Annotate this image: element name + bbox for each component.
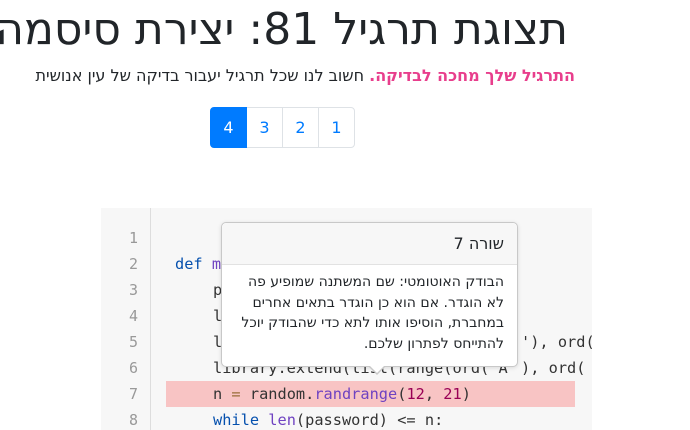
- number-arg-1: 12: [406, 385, 425, 403]
- function-len: len: [268, 411, 296, 429]
- page-link-1[interactable]: 1: [318, 107, 355, 148]
- number-arg-2: 21: [443, 385, 462, 403]
- code-line-7: n = random.randrange(12, 21): [213, 381, 471, 407]
- comma: ,: [424, 385, 444, 403]
- keyword-while: while: [213, 411, 260, 429]
- keyword-def: def: [175, 255, 203, 273]
- variable-n: n: [213, 385, 223, 403]
- line-number: 5: [128, 333, 138, 351]
- page-link-2[interactable]: 2: [282, 107, 319, 148]
- line-number: 2: [128, 255, 138, 273]
- popover-message: הבודק האוטומטי: שם המשתנה שמופיע פה לא ה…: [241, 274, 504, 352]
- review-pending-label: התרגיל שלך מחכה לבדיקה.: [369, 66, 575, 85]
- review-status-text: התרגיל שלך מחכה לבדיקה. חשוב לנו שכל תרג…: [36, 64, 576, 88]
- popover-arrow: [369, 366, 385, 375]
- code-line-5-end: '), ord(: [521, 333, 592, 351]
- assign-operator: =: [222, 385, 250, 403]
- line-error-popover: שורה 7 הבודק האוטומטי: שם המשתנה שמופיע …: [221, 222, 518, 375]
- exercise-view-page: תצוגת תרגיל 81: יצירת סיסמה התרגיל שלך מ…: [0, 0, 690, 430]
- paren-close: ): [461, 385, 471, 403]
- line-number: 4: [128, 307, 138, 325]
- line-number: 8: [128, 411, 138, 429]
- code-line-8: while len(password) <= n:: [213, 407, 443, 430]
- module-random: random: [249, 385, 306, 403]
- code-line-6-end: ), ord(: [521, 359, 586, 377]
- line-number: 1: [128, 229, 138, 247]
- code-line-2: def m: [175, 251, 221, 277]
- line-number: 3: [128, 281, 138, 299]
- dot: .: [305, 385, 315, 403]
- while-condition: (password) <= n:: [295, 411, 444, 429]
- review-explanation: חשוב לנו שכל תרגיל יעבור בדיקה של עין אנ…: [35, 66, 370, 85]
- line-number: 7: [128, 385, 138, 403]
- pagination: 1 2 3 4: [210, 107, 355, 148]
- line-number-gutter: 1 2 3 4 5 6 7 8: [101, 208, 151, 430]
- page-link-3[interactable]: 3: [246, 107, 283, 148]
- page-link-4-active[interactable]: 4: [210, 107, 247, 148]
- function-name: m: [211, 255, 222, 273]
- function-randrange: randrange: [314, 385, 398, 403]
- line-number: 6: [128, 359, 138, 377]
- page-title: תצוגת תרגיל 81: יצירת סיסמה: [0, 4, 568, 55]
- popover-title: שורה 7: [222, 223, 517, 265]
